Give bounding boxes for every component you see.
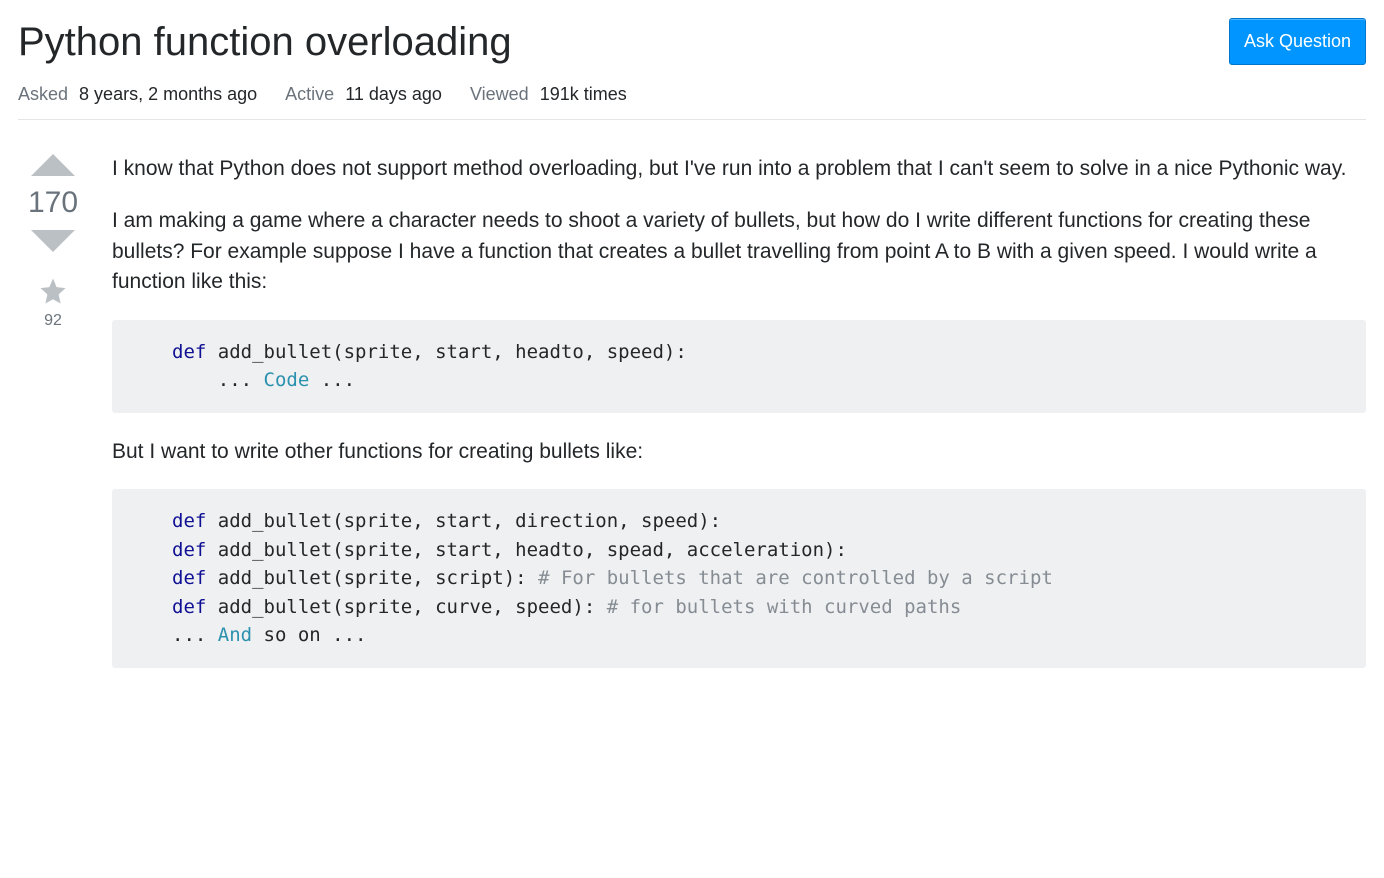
downvote-button[interactable] (31, 230, 75, 252)
code-text: add_bullet(sprite, start, headto, spead,… (206, 539, 847, 561)
code-text: add_bullet(sprite, script): (206, 567, 538, 589)
meta-viewed: Viewed 191k times (470, 84, 627, 105)
paragraph: But I want to write other functions for … (112, 437, 1366, 467)
code-text: add_bullet(sprite, start, headto, speed)… (206, 341, 686, 363)
paragraph: I know that Python does not support meth… (112, 154, 1366, 184)
code-comment: # for bullets with curved paths (607, 596, 962, 618)
code-keyword: def (172, 510, 206, 532)
code-class: Code (264, 369, 310, 391)
code-block: def add_bullet(sprite, start, direction,… (112, 489, 1366, 668)
code-keyword: def (172, 567, 206, 589)
paragraph: I am making a game where a character nee… (112, 206, 1366, 297)
code-keyword: def (172, 341, 206, 363)
meta-asked-value: 8 years, 2 months ago (79, 84, 257, 104)
code-text: ... (309, 369, 355, 391)
code-class: And (218, 624, 252, 646)
upvote-button[interactable] (31, 154, 75, 176)
question-meta: Asked 8 years, 2 months ago Active 11 da… (18, 84, 1366, 120)
meta-active-label: Active (285, 84, 334, 104)
vote-column: 170 92 (18, 154, 88, 692)
meta-asked: Asked 8 years, 2 months ago (18, 84, 257, 105)
vote-count: 170 (28, 186, 78, 220)
question-body: I know that Python does not support meth… (112, 154, 1366, 692)
code-text: ... (172, 624, 218, 646)
meta-asked-label: Asked (18, 84, 68, 104)
code-text: so on ... (252, 624, 366, 646)
meta-active: Active 11 days ago (285, 84, 442, 105)
question-title: Python function overloading (18, 18, 512, 66)
meta-viewed-value: 191k times (540, 84, 627, 104)
code-text: add_bullet(sprite, start, direction, spe… (206, 510, 721, 532)
code-comment: # For bullets that are controlled by a s… (538, 567, 1053, 589)
ask-question-button[interactable]: Ask Question (1229, 18, 1366, 65)
star-icon (38, 276, 68, 306)
meta-active-value: 11 days ago (345, 84, 442, 104)
code-text: ... (172, 369, 264, 391)
code-text: add_bullet(sprite, curve, speed): (206, 596, 606, 618)
code-keyword: def (172, 596, 206, 618)
favorite-count: 92 (44, 312, 62, 330)
code-keyword: def (172, 539, 206, 561)
code-block: def add_bullet(sprite, start, headto, sp… (112, 320, 1366, 413)
favorite-button[interactable] (38, 276, 68, 306)
meta-viewed-label: Viewed (470, 84, 529, 104)
